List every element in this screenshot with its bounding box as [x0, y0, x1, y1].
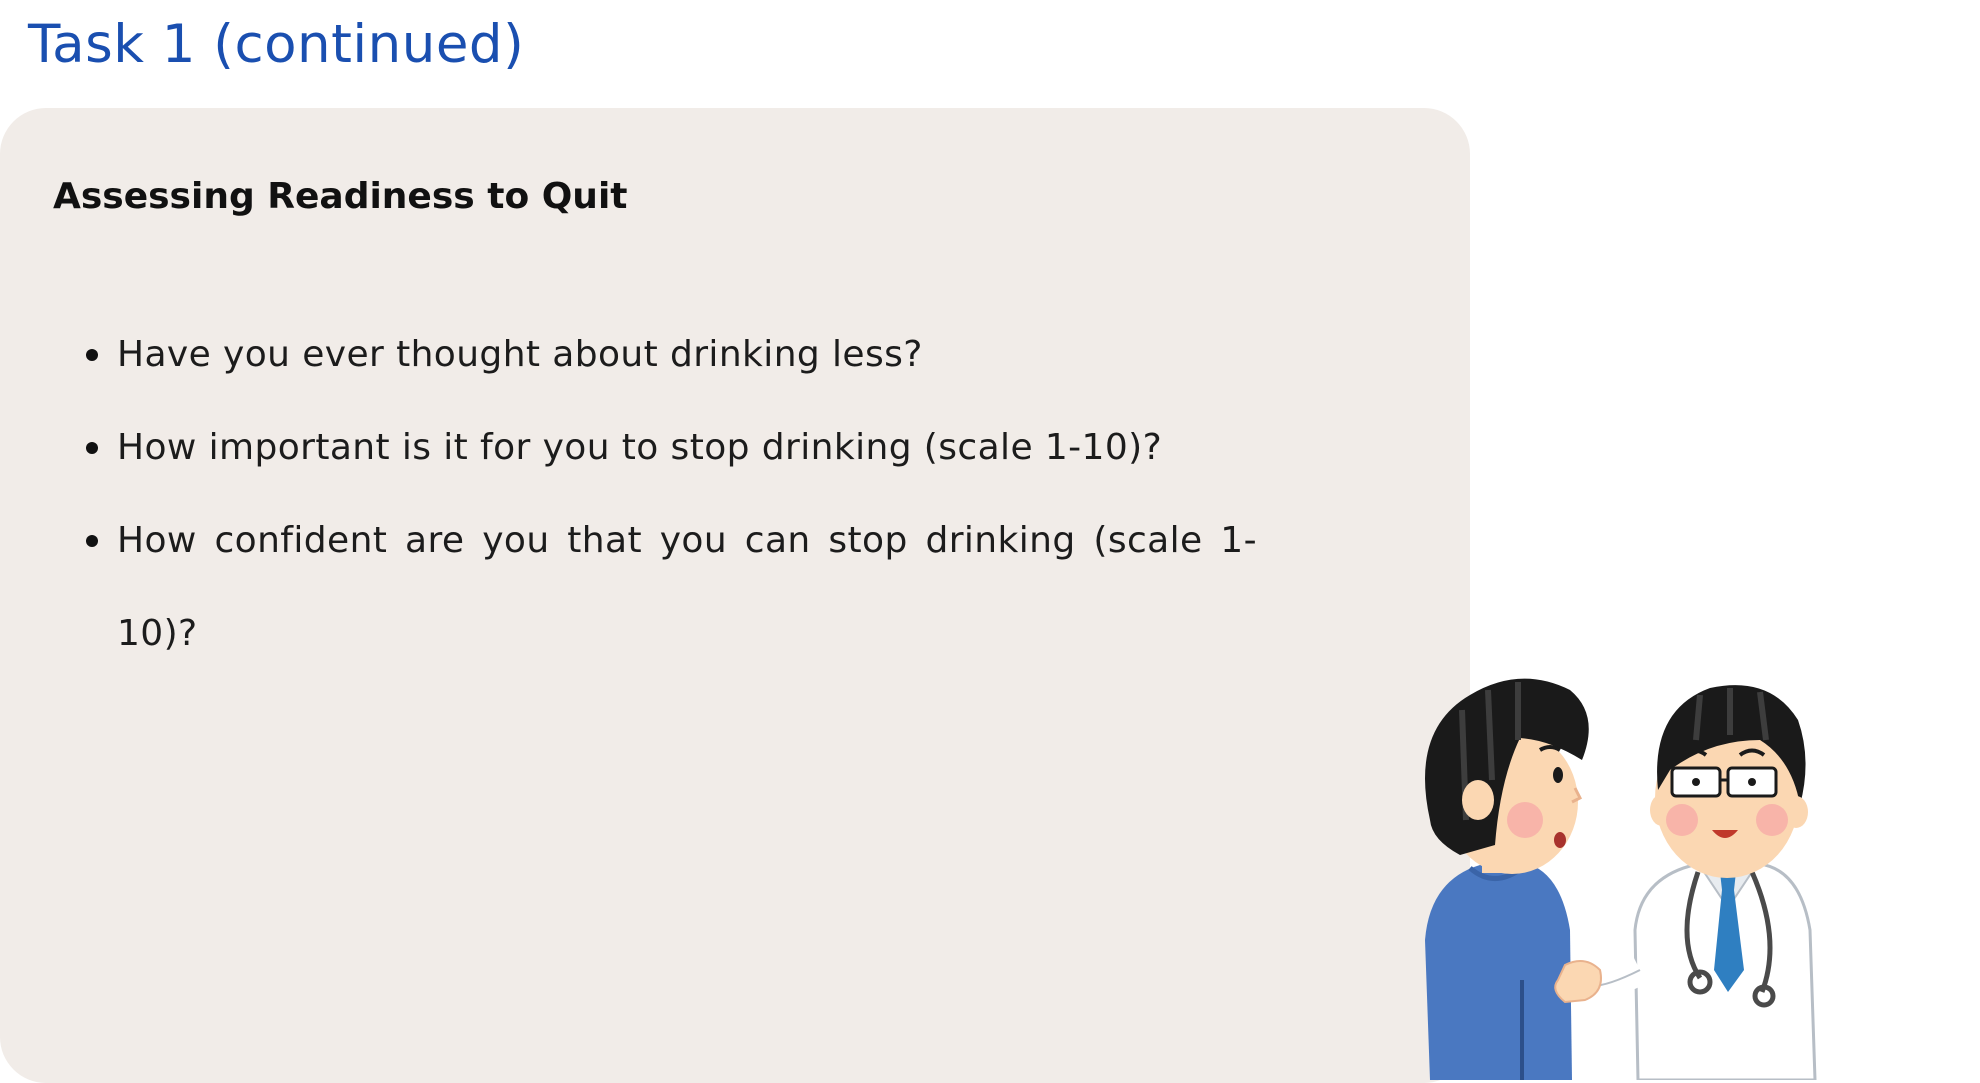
list-item: How confident are you that you can stop …	[86, 494, 1257, 680]
bullet-icon	[86, 535, 98, 547]
bullet-icon	[86, 349, 98, 361]
bullet-icon	[86, 442, 98, 454]
content-card: Assessing Readiness to Quit Have you eve…	[0, 108, 1470, 1083]
card-heading: Assessing Readiness to Quit	[53, 176, 628, 217]
question-list: Have you ever thought about drinking les…	[86, 308, 1257, 680]
page-title: Task 1 (continued)	[28, 14, 525, 75]
question-text: How important is it for you to stop drin…	[117, 427, 1163, 468]
question-text: Have you ever thought about drinking les…	[117, 334, 923, 375]
patient-figure	[1425, 678, 1589, 1080]
doctor-figure	[1554, 685, 1817, 1080]
list-item: Have you ever thought about drinking les…	[86, 308, 1257, 401]
question-text: How confident are you that you can stop …	[117, 520, 1257, 654]
list-item: How important is it for you to stop drin…	[86, 401, 1257, 494]
doctor-patient-illustration	[1425, 678, 1817, 1080]
